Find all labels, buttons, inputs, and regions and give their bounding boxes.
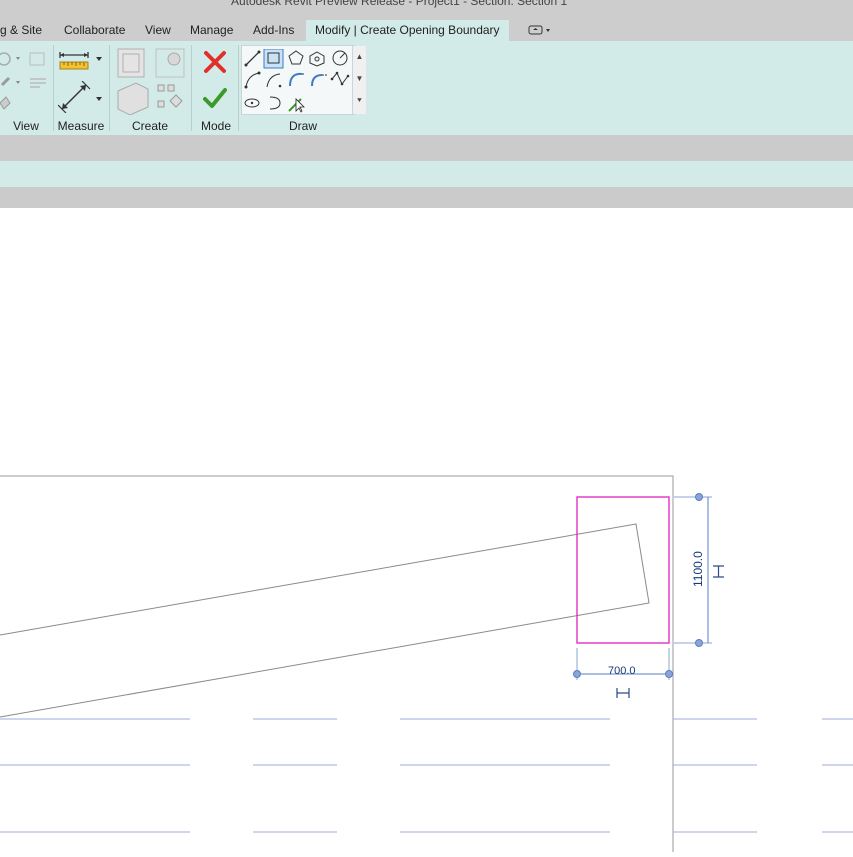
crop-region-boundary[interactable] <box>0 475 674 852</box>
ribbon-tab-bar: g & Site Collaborate View Manage Add-Ins… <box>0 20 853 41</box>
tab-view[interactable]: View <box>145 23 171 37</box>
scroll-up-icon[interactable]: ▲ <box>353 46 366 68</box>
measure-panel: Measure <box>54 41 108 135</box>
measure-between-references-icon[interactable] <box>58 49 92 75</box>
start-end-radius-arc-icon[interactable] <box>244 71 261 89</box>
opening-boundary-sketch[interactable] <box>576 496 670 644</box>
partial-ellipse-tool-icon[interactable] <box>269 96 281 110</box>
measure-panel-label: Measure <box>57 119 105 133</box>
rectangle-tool-icon[interactable] <box>263 49 284 69</box>
create-panel: Create <box>110 41 190 135</box>
panel-separator <box>191 45 192 131</box>
draw-gallery-scrollbar[interactable]: ▲ ▼ ⯆ <box>352 46 366 114</box>
dimension-drag-handle-icon <box>713 565 724 578</box>
draw-tools-grid <box>244 49 350 113</box>
ellipse-tool-icon[interactable] <box>244 98 260 108</box>
view-tab-strip <box>0 161 853 187</box>
tab-collaborate[interactable]: Collaborate <box>64 23 125 37</box>
aligned-dimension-icon[interactable] <box>58 81 92 113</box>
spline-tool-icon[interactable] <box>330 71 350 86</box>
view-tools-icon[interactable] <box>0 45 52 117</box>
pick-lines-tool-icon[interactable] <box>288 98 305 113</box>
fillet-arc-icon[interactable] <box>311 74 327 87</box>
dimension-dropdown-icon[interactable] <box>95 96 103 102</box>
finish-edit-mode-icon[interactable] <box>203 87 227 109</box>
tab-modify-create-opening-boundary[interactable]: Modify | Create Opening Boundary <box>306 20 509 41</box>
window-title: Autodesk Revit Preview Release - Project… <box>231 0 568 8</box>
create-panel-label: Create <box>131 119 169 133</box>
inscribed-polygon-tool-icon[interactable] <box>288 50 304 65</box>
height-dimension-text[interactable]: 1100.0 <box>691 549 705 587</box>
mode-panel-label: Mode <box>200 119 232 133</box>
tab-massing-site[interactable]: g & Site <box>0 23 42 37</box>
line-tool-icon[interactable] <box>244 50 261 67</box>
width-dimension-text[interactable]: 700.0 <box>608 665 636 677</box>
gallery-expand-icon[interactable]: ⯆ <box>353 90 366 112</box>
properties-strip <box>0 187 853 208</box>
tab-manage[interactable]: Manage <box>190 23 233 37</box>
center-ends-arc-icon[interactable] <box>266 73 282 88</box>
view-panel-label: View <box>13 119 39 133</box>
section-view-drawing <box>0 475 853 852</box>
inclined-beam-outline[interactable] <box>0 523 650 718</box>
mode-panel: Mode <box>194 41 238 135</box>
ribbon: View Measure Create Mode Draw ▲ ▼ ⯆ <box>0 41 853 135</box>
quick-tab-dropdown-icon[interactable] <box>528 24 554 39</box>
scroll-down-icon[interactable]: ▼ <box>353 68 366 90</box>
circumscribed-polygon-tool-icon[interactable] <box>309 51 325 67</box>
tangent-end-arc-icon[interactable] <box>289 72 304 87</box>
tab-add-ins[interactable]: Add-Ins <box>253 23 294 37</box>
options-bar <box>0 135 853 161</box>
height-dimension-text-wrapper: 1100.0 <box>691 545 705 595</box>
view-panel: View <box>0 41 52 135</box>
title-bar: Autodesk Revit Preview Release - Project… <box>0 0 853 20</box>
level-lines <box>0 718 853 833</box>
create-tools-icon[interactable] <box>114 45 188 115</box>
cancel-edit-mode-icon[interactable] <box>203 50 227 74</box>
dimension-drag-handle-icon <box>616 688 630 698</box>
measure-dropdown-icon[interactable] <box>95 56 103 62</box>
circle-tool-icon[interactable] <box>332 50 348 66</box>
draw-panel-label: Draw <box>288 119 317 133</box>
drawing-canvas[interactable]: 700.0 1100.0 <box>0 208 853 852</box>
